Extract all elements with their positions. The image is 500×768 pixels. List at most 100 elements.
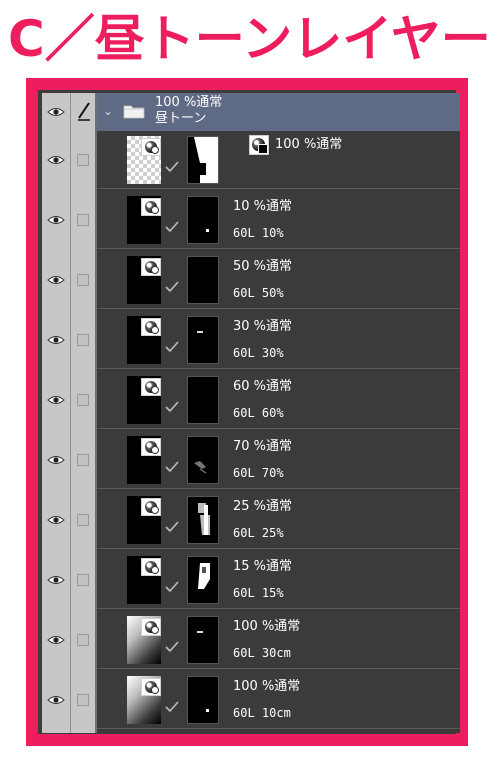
folder-layer-row[interactable]: ⌄ 100 %通常 昼トーン xyxy=(97,93,460,131)
layer-opacity-mode: 100 %通常 xyxy=(233,619,301,634)
edit-lock-checkbox[interactable] xyxy=(77,214,89,226)
layer-mask-thumbnail xyxy=(187,556,219,604)
layer-row[interactable]: 100 %通常 60L 30cm xyxy=(97,611,460,669)
layer-mask-thumbnail xyxy=(187,496,219,544)
check-mark-icon[interactable] xyxy=(165,581,179,593)
layer-row[interactable]: 100 %通常 xyxy=(97,131,460,189)
check-mark-icon[interactable] xyxy=(165,401,179,413)
layer-thumbnail xyxy=(127,496,161,544)
layer-name: 60L 30% xyxy=(233,346,284,360)
layer-mask-thumbnail xyxy=(187,196,219,244)
layer-thumbnail xyxy=(127,616,161,664)
layer-thumbnail xyxy=(127,316,161,364)
edit-lock-checkbox[interactable] xyxy=(77,274,89,286)
tone-layer-icon xyxy=(141,318,161,336)
layer-name: 60L 60% xyxy=(233,406,284,420)
edit-lock-checkbox[interactable] xyxy=(77,154,89,166)
layer-thumbnail xyxy=(127,256,161,304)
tone-layer-icon xyxy=(249,135,269,155)
check-mark-icon[interactable] xyxy=(165,281,179,293)
edit-lock-checkbox[interactable] xyxy=(77,454,89,466)
tone-layer-icon xyxy=(141,198,161,216)
layer-opacity-mode: 15 %通常 xyxy=(233,559,293,574)
row-divider xyxy=(97,548,460,549)
layer-name: 60L 15% xyxy=(233,586,284,600)
tone-layer-icon xyxy=(141,438,161,456)
layer-name: 60L 25% xyxy=(233,526,284,540)
eye-icon[interactable] xyxy=(47,515,65,525)
layer-name: 60L 10cm xyxy=(233,706,291,720)
eye-icon[interactable] xyxy=(47,155,65,165)
layer-row[interactable]: 70 %通常 60L 70% xyxy=(97,431,460,489)
eye-icon[interactable] xyxy=(47,335,65,345)
pencil-icon[interactable] xyxy=(76,100,92,122)
folder-icon xyxy=(123,105,145,119)
layer-row[interactable]: 50 %通常 60L 50% xyxy=(97,251,460,309)
layer-opacity-mode: 25 %通常 xyxy=(233,499,293,514)
row-divider xyxy=(97,188,460,189)
row-divider xyxy=(97,608,460,609)
layer-name: 60L 10% xyxy=(233,226,284,240)
edit-lock-checkbox[interactable] xyxy=(77,334,89,346)
layer-mask-thumbnail xyxy=(187,256,219,304)
chevron-down-icon[interactable]: ⌄ xyxy=(103,104,113,118)
layer-opacity-mode: 60 %通常 xyxy=(233,379,293,394)
layer-row[interactable]: 15 %通常 60L 15% xyxy=(97,551,460,609)
eye-icon[interactable] xyxy=(47,215,65,225)
row-divider xyxy=(97,248,460,249)
eye-icon[interactable] xyxy=(47,575,65,585)
edit-lock-checkbox[interactable] xyxy=(77,694,89,706)
layer-row[interactable]: 30 %通常 60L 30% xyxy=(97,311,460,369)
check-mark-icon[interactable] xyxy=(165,341,179,353)
layer-row[interactable]: 60 %通常 60L 60% xyxy=(97,371,460,429)
eye-icon[interactable] xyxy=(47,395,65,405)
layer-opacity-mode: 30 %通常 xyxy=(233,319,293,334)
layer-thumbnail xyxy=(127,436,161,484)
layer-row[interactable]: 25 %通常 60L 25% xyxy=(97,491,460,549)
layer-opacity-mode: 100 %通常 xyxy=(233,679,301,694)
layer-opacity-mode: 70 %通常 xyxy=(233,439,293,454)
row-divider xyxy=(97,668,460,669)
layer-name: 60L 30cm xyxy=(233,646,291,660)
edit-lock-checkbox[interactable] xyxy=(77,634,89,646)
tone-layer-icon xyxy=(141,558,161,576)
layer-thumbnail xyxy=(127,196,161,244)
edit-lock-checkbox[interactable] xyxy=(77,514,89,526)
layer-thumbnail xyxy=(127,676,161,724)
row-divider xyxy=(97,488,460,489)
layer-thumbnail xyxy=(127,556,161,604)
eye-icon[interactable] xyxy=(47,275,65,285)
check-mark-icon[interactable] xyxy=(165,641,179,653)
layer-opacity-mode: 100 %通常 xyxy=(275,137,343,152)
layer-mask-thumbnail xyxy=(187,436,219,484)
folder-opacity-mode: 100 %通常 xyxy=(155,95,223,110)
check-mark-icon[interactable] xyxy=(165,161,179,173)
tone-layer-icon xyxy=(141,498,161,516)
folder-label: 100 %通常 昼トーン xyxy=(155,95,222,127)
edit-lock-checkbox[interactable] xyxy=(77,394,89,406)
folder-name: 昼トーン xyxy=(155,111,207,126)
page-heading: C／昼トーンレイヤー xyxy=(8,10,491,68)
layer-row[interactable]: 100 %通常 60L 10cm xyxy=(97,671,460,729)
layer-row[interactable]: 10 %通常 60L 10% xyxy=(97,191,460,249)
row-divider xyxy=(97,368,460,369)
tone-layer-icon xyxy=(141,678,161,696)
check-mark-icon[interactable] xyxy=(165,521,179,533)
eye-icon[interactable] xyxy=(47,107,65,117)
check-mark-icon[interactable] xyxy=(165,461,179,473)
eye-icon[interactable] xyxy=(47,455,65,465)
tone-layer-icon xyxy=(141,378,161,396)
layer-mask-thumbnail xyxy=(187,676,219,724)
edit-lock-checkbox[interactable] xyxy=(77,574,89,586)
row-divider xyxy=(97,308,460,309)
eye-icon[interactable] xyxy=(47,635,65,645)
layer-mask-thumbnail xyxy=(187,316,219,364)
eye-icon[interactable] xyxy=(47,695,65,705)
layer-panel: ⌄ 100 %通常 昼トーン 100 %通常 10 %通常 60L 10% 50 %通… xyxy=(42,93,460,733)
check-mark-icon[interactable] xyxy=(165,221,179,233)
row-divider xyxy=(97,428,460,429)
check-mark-icon[interactable] xyxy=(165,701,179,713)
tone-layer-icon xyxy=(141,618,161,636)
layer-name: 60L 50% xyxy=(233,286,284,300)
tone-layer-icon xyxy=(141,258,161,276)
